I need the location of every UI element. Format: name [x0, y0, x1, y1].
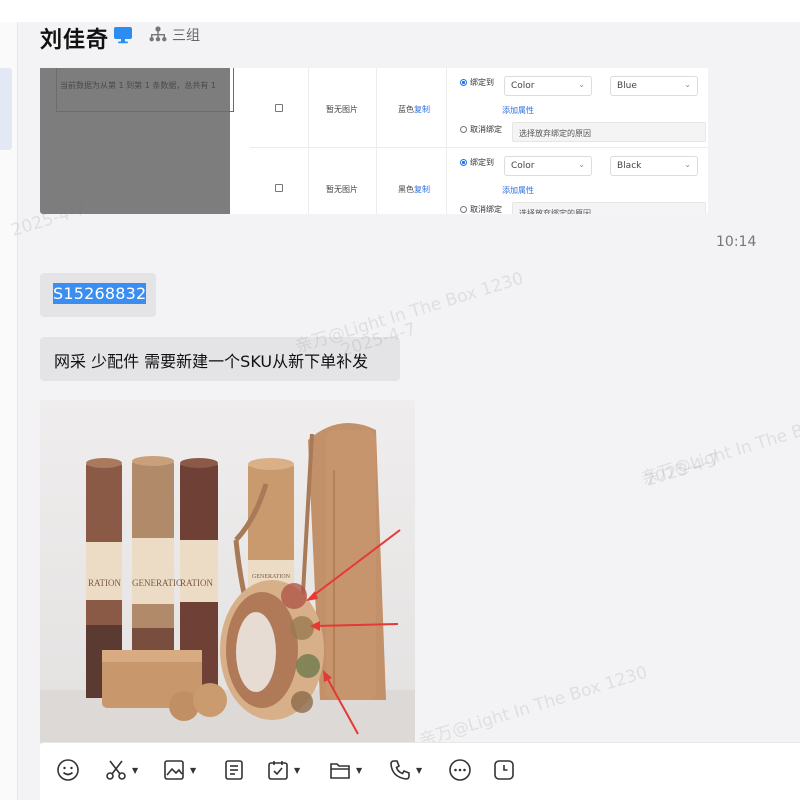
bind-option-label: 绑定到	[470, 158, 494, 167]
no-image-label: 暂无图片	[326, 185, 358, 194]
shared-screenshot-image[interactable]: 当前数据为从第 1 到第 1 条数据，总共有 1 暂无图片 蓝色复制 绑定到 C…	[40, 68, 708, 214]
unbind-option-label: 取消绑定	[470, 205, 502, 214]
value-select[interactable]: Blue ⌄	[610, 76, 698, 96]
selected-sku-text[interactable]: S15268832	[53, 283, 147, 304]
message-input-toolbar: ▼ ▼ ▼ ▼ ▼	[40, 742, 800, 800]
value-select[interactable]: Black ⌄	[610, 156, 698, 176]
mat-label: GENERATION	[252, 574, 291, 580]
table-row: 暂无图片 蓝色复制 绑定到 Color ⌄ Blue ⌄ 添加属性 取消绑定 选择放…	[250, 68, 708, 148]
org-structure-icon	[149, 26, 167, 42]
document-icon	[225, 760, 243, 780]
cork-yoga-set-illustration: RATION GENERATIO RATION GENERATION	[40, 400, 415, 745]
unbind-radio[interactable]	[460, 206, 467, 213]
message-timestamp: 10:14	[716, 234, 757, 250]
unbind-reason-select[interactable]: 选择放弃绑定的原因	[512, 202, 706, 214]
unbind-reason-select[interactable]: 选择放弃绑定的原因	[512, 122, 706, 142]
team-name: 三组	[172, 28, 200, 44]
attribute-select[interactable]: Color ⌄	[504, 156, 592, 176]
order-note-text[interactable]: 网采 少配件 需要新建一个SKU从新下单补发	[54, 352, 368, 371]
row-checkbox[interactable]	[275, 104, 283, 112]
caret-down-icon[interactable]: ▼	[294, 766, 300, 775]
color-name-cell: 黑色复制	[398, 184, 430, 195]
caret-down-icon[interactable]: ▼	[416, 766, 422, 775]
image-button[interactable]: ▼	[162, 757, 196, 783]
window-top-strip	[0, 0, 800, 22]
mat-label: RATION	[180, 578, 213, 588]
unbind-option-label: 取消绑定	[470, 125, 502, 134]
scissors-icon	[106, 760, 126, 780]
emoji-button[interactable]	[56, 757, 80, 783]
add-attribute-link[interactable]: 添加属性	[502, 185, 534, 196]
screenshot-dark-overlay: 当前数据为从第 1 到第 1 条数据，总共有 1	[40, 68, 234, 214]
rail-active-tab[interactable]	[0, 68, 12, 150]
row-checkbox[interactable]	[275, 184, 283, 192]
folder-button[interactable]: ▼	[328, 757, 362, 783]
chevron-down-icon: ⌄	[684, 80, 691, 89]
copy-link[interactable]: 复制	[414, 105, 430, 114]
caret-down-icon[interactable]: ▼	[356, 766, 362, 775]
watermark-text: 亲万@Light In The Box 1230	[292, 268, 526, 358]
pagination-info-text: 当前数据为从第 1 到第 1 条数据，总共有 1	[60, 81, 216, 90]
screenshot-button[interactable]: ▼	[104, 757, 138, 783]
color-name: 蓝色	[398, 105, 414, 114]
bind-option-label: 绑定到	[470, 78, 494, 87]
bind-radio[interactable]	[460, 79, 467, 86]
table-row: 暂无图片 黑色复制 绑定到 Color ⌄ Black ⌄ 添加属性 取消绑定 选择…	[250, 148, 708, 214]
message-bubble[interactable]: S15268832	[40, 273, 156, 317]
copy-link[interactable]: 复制	[414, 185, 430, 194]
watermark-text: 亲万@Light In The Box 1230	[416, 662, 650, 752]
variant-binding-table: 暂无图片 蓝色复制 绑定到 Color ⌄ Blue ⌄ 添加属性 取消绑定 选择放…	[250, 68, 708, 214]
chevron-down-icon: ⌄	[578, 160, 585, 169]
emoji-icon	[57, 759, 79, 781]
left-rail	[0, 22, 18, 800]
product-photo[interactable]: RATION GENERATIO RATION GENERATION	[40, 400, 415, 745]
unbind-radio[interactable]	[460, 126, 467, 133]
clock-icon	[494, 760, 514, 780]
document-button[interactable]	[222, 757, 246, 783]
call-button[interactable]: ▼	[388, 757, 422, 783]
chevron-down-icon: ⌄	[684, 160, 691, 169]
folder-icon	[330, 763, 350, 779]
no-image-label: 暂无图片	[326, 105, 358, 114]
scheduled-message-button[interactable]	[492, 757, 516, 783]
color-name: 黑色	[398, 185, 414, 194]
chat-bubble-icon	[449, 759, 471, 781]
attribute-select[interactable]: Color ⌄	[504, 76, 592, 96]
add-attribute-link[interactable]: 添加属性	[502, 105, 534, 116]
phone-icon	[390, 760, 410, 780]
chevron-down-icon: ⌄	[578, 80, 585, 89]
image-icon	[164, 760, 184, 780]
caret-down-icon[interactable]: ▼	[132, 766, 138, 775]
mat-label: RATION	[88, 578, 121, 588]
quick-reply-button[interactable]	[448, 757, 472, 783]
chat-header: 刘佳奇 三组	[18, 22, 800, 68]
mat-label: GENERATIO	[132, 578, 183, 588]
calendar-check-icon	[268, 761, 288, 780]
color-name-cell: 蓝色复制	[398, 104, 430, 115]
bind-radio[interactable]	[460, 159, 467, 166]
caret-down-icon[interactable]: ▼	[190, 766, 196, 775]
contact-name[interactable]: 刘佳奇	[40, 22, 109, 54]
task-button[interactable]: ▼	[266, 757, 300, 783]
desktop-online-icon	[114, 27, 132, 44]
